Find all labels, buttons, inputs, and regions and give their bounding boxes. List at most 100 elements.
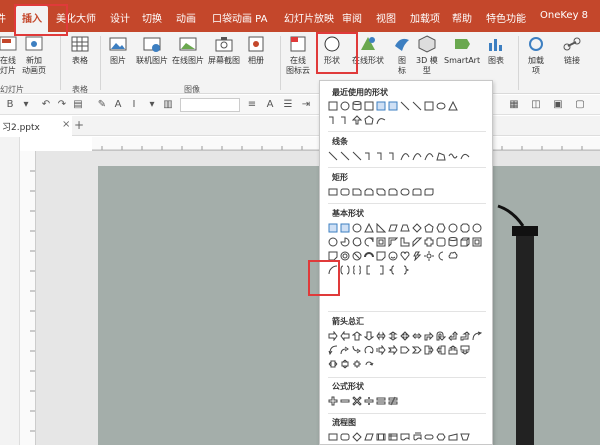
- basic-can-icon[interactable]: [448, 237, 458, 247]
- round-corner-rect-icon[interactable]: [400, 187, 410, 197]
- format-icon[interactable]: ▥: [162, 99, 174, 111]
- arrow-callout-up-icon[interactable]: [448, 345, 458, 355]
- flow-manual-operation-icon[interactable]: [460, 432, 470, 442]
- tab-animations[interactable]: 动画: [176, 10, 196, 25]
- squiggle-icon[interactable]: [460, 151, 470, 161]
- font-size-box[interactable]: [180, 98, 240, 112]
- album-button[interactable]: 相册: [246, 34, 266, 66]
- shapes-button[interactable]: 形状: [322, 34, 342, 66]
- arrow-circular2-icon[interactable]: [364, 359, 374, 369]
- arrow-u-turn-icon[interactable]: [436, 331, 446, 341]
- tab-view[interactable]: 视图: [376, 10, 396, 25]
- tab-help[interactable]: 帮助: [452, 10, 472, 25]
- basic-octagon-icon[interactable]: [460, 223, 470, 233]
- shape-cylinder-icon[interactable]: [352, 101, 362, 111]
- basic-right-triangle-icon[interactable]: [376, 223, 386, 233]
- layout-icon[interactable]: ▦: [508, 99, 520, 111]
- tab-addins[interactable]: 加载项: [410, 10, 440, 25]
- shape-textbox-icon[interactable]: [364, 101, 374, 111]
- scribble-icon[interactable]: [448, 151, 458, 161]
- arrange-icon[interactable]: ◫: [530, 99, 542, 111]
- formula-divide-icon[interactable]: [364, 396, 374, 406]
- basic-left-bracket-icon[interactable]: [364, 265, 374, 275]
- text-color-icon[interactable]: A: [112, 99, 124, 111]
- align-icon[interactable]: ≡: [246, 99, 258, 111]
- arrow-bent-icon[interactable]: [424, 331, 434, 341]
- basic-heart-icon[interactable]: [400, 251, 410, 261]
- shape-textbox-a-icon[interactable]: [388, 101, 398, 111]
- basic-half-frame-icon[interactable]: [388, 237, 398, 247]
- bold-icon[interactable]: B: [4, 99, 16, 111]
- tab-review[interactable]: 审阅: [342, 10, 362, 25]
- document-tab[interactable]: 习2.pptx ×: [0, 116, 72, 136]
- basic-smiley-icon[interactable]: [388, 251, 398, 261]
- online-icons-button[interactable]: 在线 图标云: [286, 34, 310, 76]
- basic-moon-icon[interactable]: [436, 251, 446, 261]
- shape-line2-icon[interactable]: [412, 101, 422, 111]
- rect-icon[interactable]: [328, 187, 338, 197]
- shape-vtextbox-icon[interactable]: [376, 101, 386, 111]
- outline-icon[interactable]: ▢: [574, 99, 586, 111]
- rounded-rect-icon[interactable]: [340, 187, 350, 197]
- smartart-button[interactable]: SmartArt: [444, 34, 480, 66]
- arrow-tri-icon[interactable]: [412, 331, 422, 341]
- new-slide-button[interactable]: 在线 灯片: [0, 34, 18, 76]
- table-button[interactable]: 表格: [70, 34, 90, 66]
- basic-triangle-icon[interactable]: [364, 223, 374, 233]
- basic-diamond-icon[interactable]: [412, 223, 422, 233]
- shape-triangle-icon[interactable]: [448, 101, 458, 111]
- shape-elbow-icon[interactable]: [328, 115, 338, 125]
- brush-icon[interactable]: ✎: [96, 99, 108, 111]
- list-icon[interactable]: ☰: [282, 99, 294, 111]
- italic-icon[interactable]: I: [128, 99, 140, 111]
- line-straight-icon[interactable]: [328, 151, 338, 161]
- tab-features[interactable]: 特色功能: [486, 10, 526, 25]
- snip-diagonal-rect-icon[interactable]: [376, 187, 386, 197]
- flow-multidoc-icon[interactable]: [412, 432, 422, 442]
- basic-parallelogram-icon[interactable]: [388, 223, 398, 233]
- basic-right-brace-icon[interactable]: [400, 265, 410, 275]
- shape-arrow-up-icon[interactable]: [352, 115, 362, 125]
- chevron-down-icon[interactable]: ▾: [20, 99, 32, 111]
- connector-curve-double-icon[interactable]: [424, 151, 434, 161]
- flow-process-icon[interactable]: [328, 432, 338, 442]
- arrow-left-icon[interactable]: [340, 331, 350, 341]
- model3d-button[interactable]: 3D 模 型: [416, 34, 438, 76]
- arrow-callout-right-icon[interactable]: [424, 345, 434, 355]
- add-tab-icon[interactable]: +: [74, 118, 84, 132]
- arrow-down-icon[interactable]: [364, 331, 374, 341]
- formula-multiply-icon[interactable]: [352, 396, 362, 406]
- flow-terminator-icon[interactable]: [424, 432, 434, 442]
- picture-button[interactable]: 图片: [108, 34, 128, 66]
- tab-design[interactable]: 设计: [110, 10, 130, 25]
- basic-folded-corner2-icon[interactable]: [376, 251, 386, 261]
- basic-plaque-icon[interactable]: [436, 237, 446, 247]
- basic-pentagon-icon[interactable]: [424, 223, 434, 233]
- basic-left-brace-icon[interactable]: [388, 265, 398, 275]
- arrow-quad-icon[interactable]: [400, 331, 410, 341]
- flow-manual-input-icon[interactable]: [448, 432, 458, 442]
- basic-teardrop-icon[interactable]: [364, 237, 374, 247]
- addins-button[interactable]: 加载 项: [526, 34, 546, 76]
- flow-data-icon[interactable]: [364, 432, 374, 442]
- shape-square-icon[interactable]: [424, 101, 434, 111]
- line-double-arrow-icon[interactable]: [352, 151, 362, 161]
- fill-icon[interactable]: ▣: [552, 99, 564, 111]
- round-same-side-rect-icon[interactable]: [412, 187, 422, 197]
- close-icon[interactable]: ×: [62, 119, 70, 130]
- freeform-icon[interactable]: [436, 151, 446, 161]
- basic-sun-icon[interactable]: [424, 251, 434, 261]
- basic-double-bracket-icon[interactable]: [340, 265, 350, 275]
- link-button[interactable]: 链接: [562, 34, 582, 66]
- basic-frame-icon[interactable]: [376, 237, 386, 247]
- online-picture2-button[interactable]: 在线图片: [172, 34, 204, 66]
- basic-textbox-icon[interactable]: [328, 223, 338, 233]
- arrow-left-right-icon[interactable]: [376, 331, 386, 341]
- redo-icon[interactable]: ↷: [56, 99, 68, 111]
- flow-alt-process-icon[interactable]: [340, 432, 350, 442]
- shape-rect-icon[interactable]: [328, 101, 338, 111]
- formula-plus-icon[interactable]: [328, 396, 338, 406]
- flow-predefined-icon[interactable]: [376, 432, 386, 442]
- basic-decagon-icon[interactable]: [472, 223, 482, 233]
- shape-line-icon[interactable]: [400, 101, 410, 111]
